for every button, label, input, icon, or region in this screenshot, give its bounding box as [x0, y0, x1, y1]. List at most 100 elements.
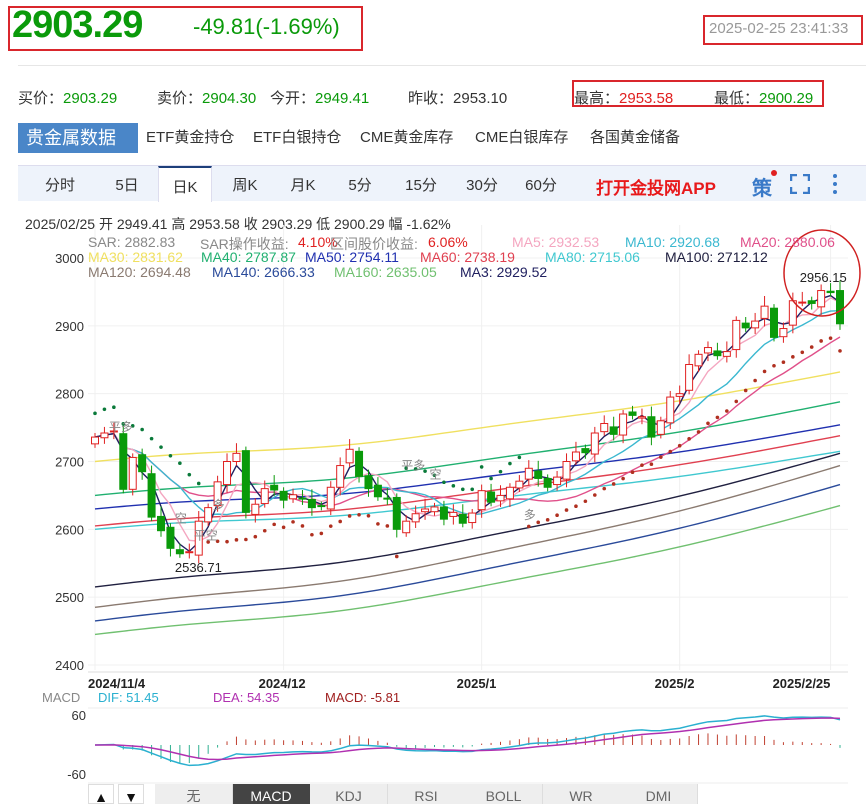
candle [769, 304, 778, 342]
sar-dot [234, 538, 239, 542]
period-tab-7[interactable]: 30分 [455, 166, 509, 202]
stat-label: 今开： [270, 90, 316, 107]
candle [345, 439, 354, 467]
stat-label: 最高： [574, 90, 620, 107]
ma-line [94, 401, 841, 497]
chart-annotation: 多 [213, 498, 225, 512]
indicator-tab-1[interactable]: MACD [232, 784, 311, 804]
indicator-tab-2[interactable]: KDJ [310, 784, 388, 804]
candle [251, 498, 260, 523]
scroll-up-button[interactable]: ▲ [88, 784, 114, 805]
data-tab-0[interactable]: 贵金属数据 [18, 123, 138, 153]
indicator-value: MA120: 2694.48 [88, 264, 191, 280]
y-tick-label: 2500 [55, 590, 84, 605]
sar-dot [838, 349, 842, 353]
sar-dot [310, 532, 314, 537]
macd-dif: DIF: 51.45 [98, 690, 159, 705]
candle [392, 493, 401, 538]
sar-dot [451, 484, 456, 488]
stat-1: 卖价：2904.30 [157, 87, 256, 108]
sar-dot [630, 470, 635, 475]
stat-label: 卖价： [157, 90, 203, 107]
sar-dot [253, 534, 258, 539]
data-tab-5[interactable]: 各国黄金储备 [590, 123, 680, 153]
sar-dot [102, 407, 107, 412]
sar-dot [93, 411, 97, 416]
candle [119, 423, 128, 494]
candle [157, 506, 166, 537]
candle [666, 390, 675, 429]
sar-dot [168, 453, 173, 458]
stat-value: 2903.29 [63, 90, 118, 107]
macd-y-tick: -60 [67, 767, 86, 782]
period-tab-1[interactable]: 5日 [100, 166, 154, 202]
dif-line [94, 715, 841, 767]
sar-dot [244, 537, 248, 542]
candle [505, 483, 514, 507]
indicator-value: MA30: 2831.62 [88, 249, 183, 265]
sar-dot [611, 482, 616, 486]
candle [373, 477, 382, 501]
scroll-down-button[interactable]: ▼ [118, 784, 144, 805]
candle [807, 296, 816, 310]
indicator-tab-0[interactable]: 无 [155, 784, 233, 804]
candle [279, 487, 288, 509]
sar-dot [791, 355, 795, 359]
data-tab-4[interactable]: CME白银库存 [475, 123, 568, 153]
sar-dot [140, 427, 144, 432]
divider [18, 65, 866, 66]
sar-dot [526, 524, 531, 529]
indicator-tab-3[interactable]: RSI [387, 784, 466, 804]
kline-chart[interactable]: 3000 2900 2800 2700 2600 2500 2400 2024/11/4 202… [0, 200, 868, 785]
x-tick-label: 2024/11/4 [88, 676, 146, 691]
sar-dot [517, 455, 522, 460]
candle [600, 415, 609, 436]
data-tab-1[interactable]: ETF黄金持仓 [146, 123, 234, 153]
chart-annotation: 2536.71 [175, 560, 222, 575]
indicator-value: MA80: 2715.06 [545, 249, 640, 265]
period-tab-6[interactable]: 15分 [394, 166, 448, 202]
sar-dot [743, 388, 748, 393]
stat-label: 买价： [18, 90, 64, 107]
period-tab-5[interactable]: 5分 [333, 166, 387, 202]
last-price: 2903.29 [12, 4, 143, 46]
sar-dot [602, 486, 607, 491]
macd-dea: DEA: 54.35 [213, 690, 280, 705]
sar-dot [809, 345, 814, 349]
chart-annotation: 平多 [401, 459, 425, 473]
sar-dot [593, 493, 597, 497]
candle [713, 342, 722, 360]
candle [232, 443, 241, 466]
candle [619, 409, 628, 444]
candle [788, 292, 797, 334]
price-change: -49.81(-1.69%) [193, 14, 340, 39]
data-tab-3[interactable]: CME黄金库存 [360, 123, 453, 153]
y-tick-label: 2800 [55, 387, 84, 402]
indicator-tab-6[interactable]: DMI [620, 784, 698, 804]
candle [647, 406, 656, 446]
y-tick-label: 2900 [55, 319, 84, 334]
indicator-tab-4[interactable]: BOLL [465, 784, 543, 804]
indicator-value: MA140: 2666.33 [212, 264, 315, 280]
indicator-value: MA50: 2754.11 [305, 249, 399, 265]
sar-dot [772, 363, 776, 368]
data-tab-2[interactable]: ETF白银持仓 [253, 123, 341, 153]
y-tick-label: 2600 [55, 522, 84, 537]
period-tab-4[interactable]: 月K [276, 166, 330, 202]
x-tick-label: 2025/2/25 [773, 676, 831, 691]
period-tab-0[interactable]: 分时 [33, 166, 87, 202]
sar-dot [564, 508, 569, 512]
period-tab-2[interactable]: 日K [158, 166, 212, 202]
strategy-icon[interactable]: 策 [752, 170, 777, 201]
open-app-link[interactable]: 打开金投网APP [596, 174, 716, 199]
period-tab-8[interactable]: 60分 [514, 166, 568, 202]
candle [553, 470, 562, 491]
indicator-tab-5[interactable]: WR [542, 784, 621, 804]
sar-dot [583, 499, 588, 504]
candle [128, 453, 137, 496]
more-menu-icon[interactable] [830, 172, 840, 196]
period-tab-3[interactable]: 周K [218, 166, 272, 202]
quote-time: 2025-02-25 23:41:33 [703, 15, 863, 45]
sar-dot [725, 409, 729, 413]
fullscreen-icon[interactable] [789, 173, 811, 195]
